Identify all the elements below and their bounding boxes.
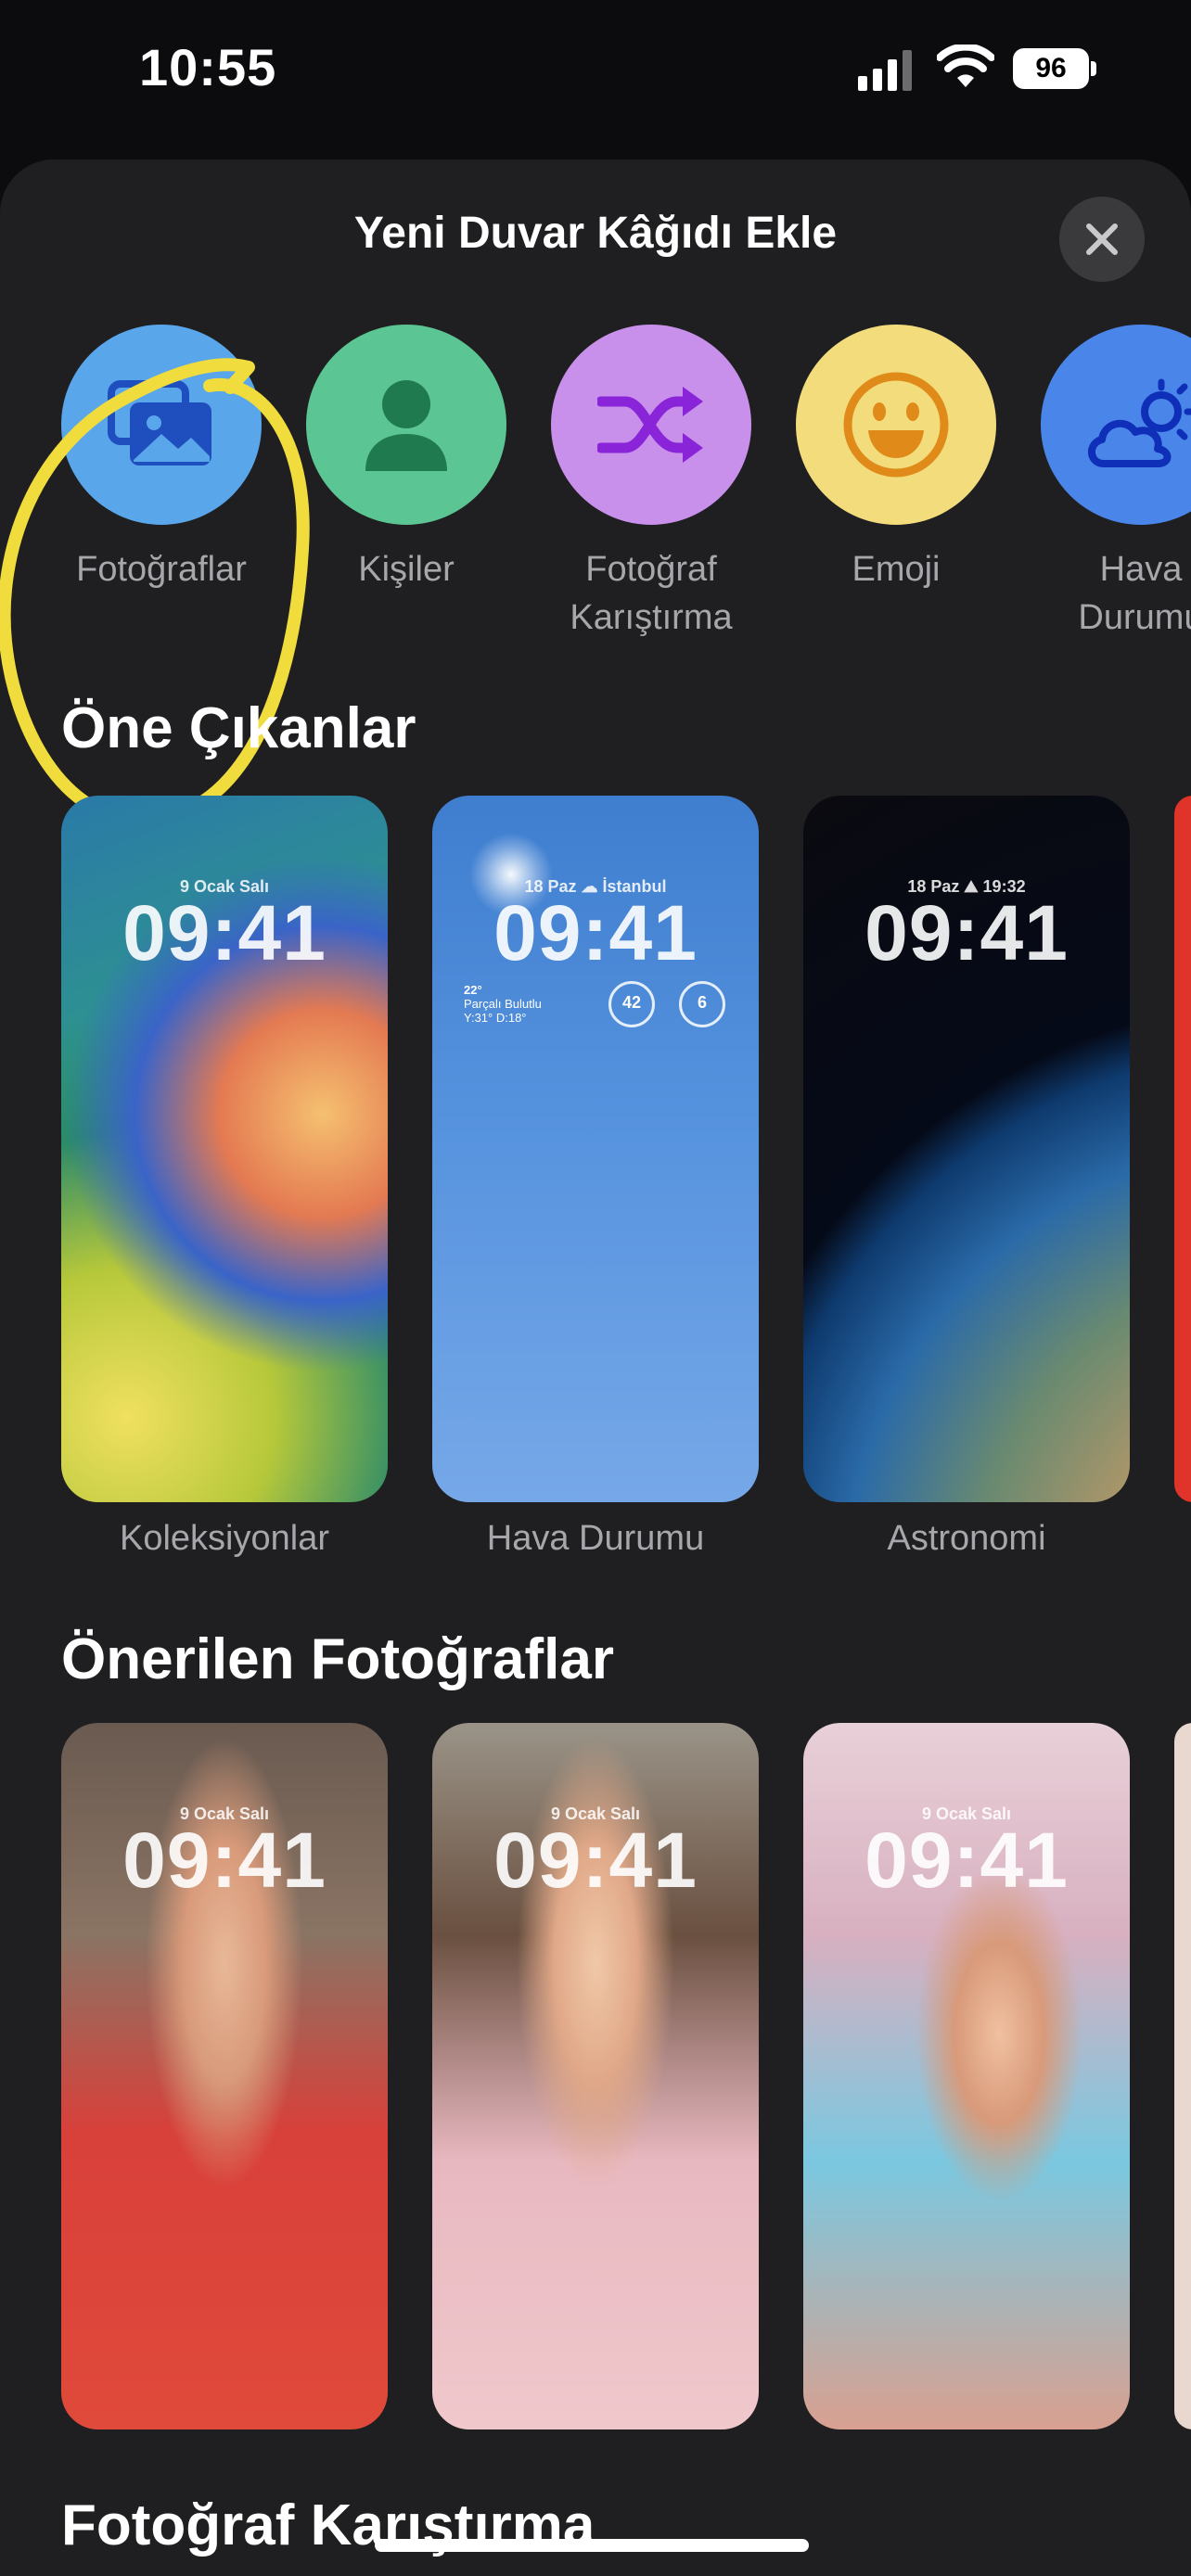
card-clock: 09:41 [493, 889, 698, 976]
featured-heading: Öne Çıkanlar [61, 696, 416, 760]
weather-icon [1088, 378, 1191, 467]
home-indicator[interactable] [375, 2539, 809, 2552]
hand-drawn-annotation [0, 358, 310, 827]
smiley-icon [843, 372, 949, 478]
sheet-title: Yeni Duvar Kâğıdı Ekle [353, 209, 838, 258]
wallpaper-card-collections[interactable]: 9 Ocak Salı 09:41 [61, 796, 388, 1502]
card-clock: 09:41 [122, 1817, 327, 1904]
weather-widget: 22° Parçalı Bulutlu Y:31° D:18° [464, 983, 542, 1025]
category-photo-shuffle-circle [551, 325, 751, 525]
cellular-signal-icon [858, 50, 912, 91]
photo-card-3[interactable]: 9 Ocak Salı 09:41 [803, 1723, 1130, 2429]
person-icon [365, 380, 447, 471]
category-photo-shuffle[interactable]: Fotoğraf Karıştırma [531, 325, 772, 642]
card-clock: 09:41 [864, 889, 1069, 976]
status-time: 10:55 [139, 38, 277, 96]
card-label-weather: Hava Durumu [486, 1519, 705, 1558]
wallpaper-card-peek[interactable] [1174, 796, 1191, 1502]
wifi-icon [937, 45, 994, 87]
suggested-heading: Önerilen Fotoğraflar [61, 1627, 614, 1691]
wallpaper-card-weather[interactable]: 18 Paz ☁ İstanbul 09:41 22° Parçalı Bulu… [432, 796, 759, 1502]
photo-card-1[interactable]: 9 Ocak Salı 09:41 [61, 1723, 388, 2429]
battery-level: 96 [1013, 48, 1089, 89]
status-bar: 10:55 96 [0, 0, 1191, 148]
card-clock: 09:41 [864, 1817, 1069, 1904]
category-emoji-circle [796, 325, 996, 525]
category-weather-label: Hava Durumu [1078, 550, 1191, 637]
photo-card-2[interactable]: 9 Ocak Salı 09:41 [432, 1723, 759, 2429]
weather-desc: Parçalı Bulutlu [464, 997, 542, 1011]
category-people-circle [306, 325, 506, 525]
card-label-astronomy: Astronomi [887, 1519, 1046, 1558]
close-icon [1086, 223, 1118, 255]
uv-gauge: 6 [679, 981, 725, 1027]
aqi-gauge: 42 [608, 981, 655, 1027]
category-weather-circle [1041, 325, 1191, 525]
weather-range: Y:31° D:18° [464, 1011, 527, 1025]
aqi-value: 42 [621, 993, 642, 1012]
category-weather[interactable]: Hava Durumu [1020, 325, 1191, 642]
card-label-collections: Koleksiyonlar [120, 1519, 329, 1558]
card-clock: 09:41 [122, 889, 327, 976]
shuffle-icon [597, 387, 703, 463]
category-photo-shuffle-label: Fotoğraf Karıştırma [570, 550, 733, 637]
battery-indicator: 96 [1013, 48, 1098, 89]
wallpaper-card-astronomy[interactable]: 18 Paz ⛰ 19:32 09:41 [803, 796, 1130, 1502]
category-emoji-label: Emoji [852, 550, 941, 589]
photo-card-peek[interactable] [1174, 1723, 1191, 2429]
weather-temp: 22° [464, 983, 482, 997]
close-button[interactable] [1059, 197, 1145, 282]
uv-value: 6 [697, 993, 707, 1012]
category-emoji[interactable]: Emoji [775, 325, 1017, 593]
battery-nub [1091, 61, 1096, 76]
card-clock: 09:41 [493, 1817, 698, 1904]
add-wallpaper-sheet: Yeni Duvar Kâğıdı Ekle Fotoğraflar Kişil… [0, 159, 1191, 2576]
